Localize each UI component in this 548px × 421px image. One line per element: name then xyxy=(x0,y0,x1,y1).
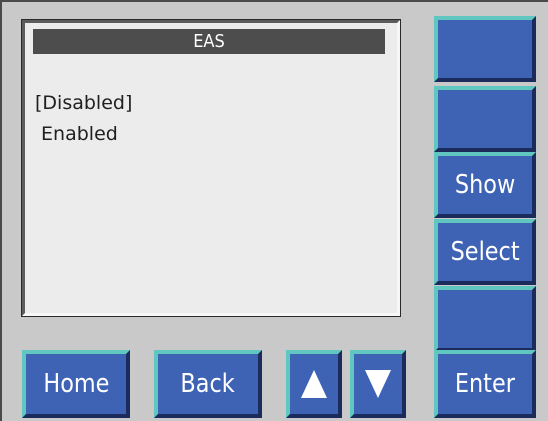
triangle-down-icon xyxy=(365,370,391,398)
option-disabled[interactable]: [Disabled] xyxy=(35,92,132,114)
select-button-label: Select xyxy=(450,237,520,267)
down-arrow-button[interactable] xyxy=(350,350,406,418)
show-button-label: Show xyxy=(454,170,516,200)
back-button-label: Back xyxy=(180,369,236,399)
device-panel: EAS [Disabled] Enabled Show Select Home … xyxy=(0,0,548,421)
home-button[interactable]: Home xyxy=(22,350,130,418)
display-screen: EAS [Disabled] Enabled xyxy=(21,19,401,317)
select-button[interactable]: Select xyxy=(434,219,536,285)
enter-button[interactable]: Enter xyxy=(434,350,536,418)
screen-title: EAS xyxy=(33,29,385,54)
side-button-5[interactable] xyxy=(434,286,536,352)
triangle-up-icon xyxy=(301,370,327,398)
up-arrow-button[interactable] xyxy=(286,350,342,418)
side-button-1[interactable] xyxy=(434,16,536,82)
back-button[interactable]: Back xyxy=(154,350,262,418)
option-enabled[interactable]: Enabled xyxy=(35,123,118,145)
enter-button-label: Enter xyxy=(454,369,516,399)
home-button-label: Home xyxy=(42,369,110,399)
side-button-2[interactable] xyxy=(434,86,536,152)
show-button[interactable]: Show xyxy=(434,152,536,218)
